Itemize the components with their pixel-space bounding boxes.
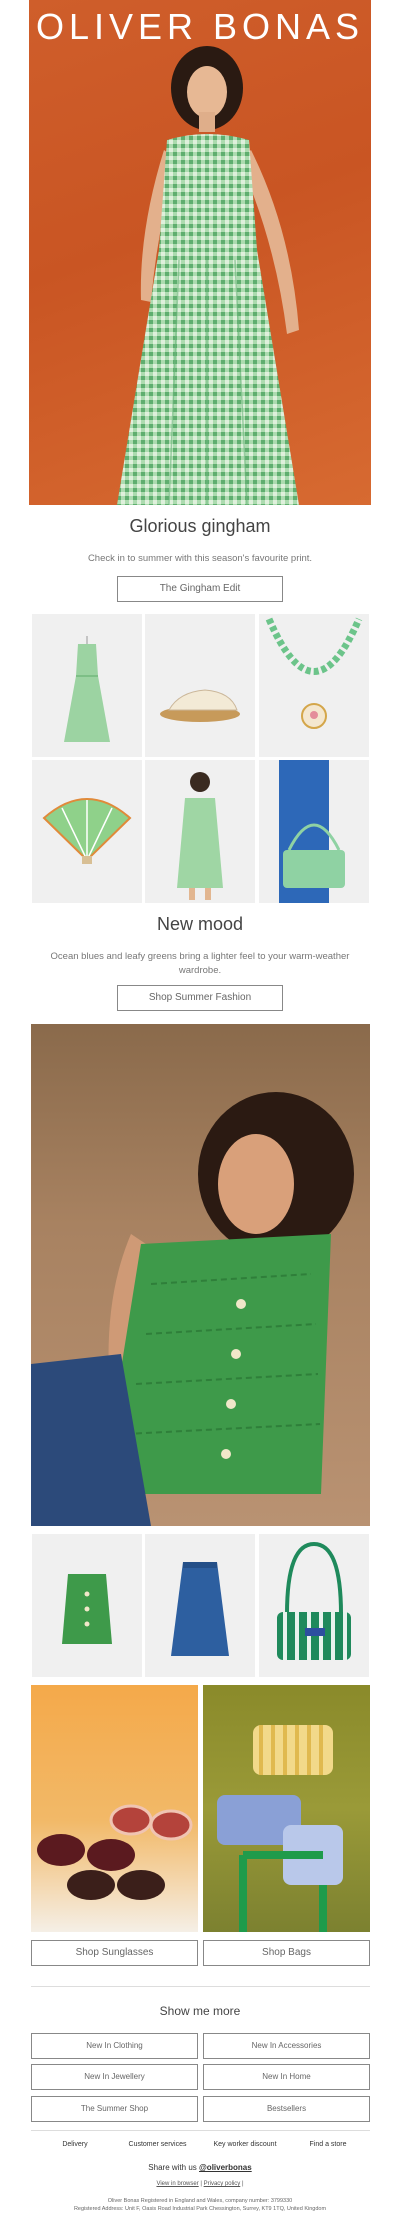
footer-link-customer-services[interactable]: Customer services: [120, 2141, 195, 2148]
shop-bags-button[interactable]: Shop Bags: [203, 1940, 370, 1966]
link-new-in-jewellery[interactable]: New In Jewellery: [31, 2064, 198, 2090]
utility-links: View in browser | Privacy policy |: [0, 2181, 400, 2187]
product-necklace[interactable]: [259, 614, 369, 757]
gingham-edit-button[interactable]: The Gingham Edit: [117, 576, 283, 602]
product-clog[interactable]: [145, 614, 255, 757]
new-mood-subtitle: Ocean blues and leafy greens bring a lig…: [50, 951, 350, 976]
product-fan[interactable]: [32, 760, 142, 903]
footer-link-key-worker[interactable]: Key worker discount: [205, 2141, 285, 2148]
clog-illustration: [160, 689, 240, 722]
product-denim-skirt[interactable]: [145, 1534, 255, 1677]
hero-image[interactable]: OLIVER BONAS: [29, 0, 371, 505]
skirt-illustration: [171, 1562, 229, 1656]
knit-model-illustration: [31, 1092, 354, 1526]
privacy-policy-link[interactable]: Privacy policy: [204, 2181, 241, 2187]
shop-summer-fashion-button[interactable]: Shop Summer Fashion: [117, 985, 283, 1011]
legal-line-2: Registered Address: Unit F, Oasis Road I…: [73, 2206, 327, 2212]
product-gingham-dress[interactable]: [32, 614, 142, 757]
dress-illustration: [64, 636, 110, 742]
bags-illustration: [217, 1725, 343, 1932]
gingham-title: Glorious gingham: [129, 516, 271, 536]
link-summer-shop[interactable]: The Summer Shop: [31, 2096, 198, 2122]
new-mood-title: New mood: [156, 914, 244, 934]
bag-model-illustration: [279, 760, 345, 903]
product-green-dress-model[interactable]: [145, 760, 255, 903]
show-more-title: Show me more: [159, 2004, 241, 2018]
product-knit-vest[interactable]: [32, 1534, 142, 1677]
link-bestsellers[interactable]: Bestsellers: [203, 2096, 370, 2122]
shop-sunglasses-button[interactable]: Shop Sunglasses: [31, 1940, 198, 1966]
footer-link-find-store[interactable]: Find a store: [298, 2141, 358, 2148]
necklace-illustration: [265, 617, 363, 729]
product-striped-bag[interactable]: [259, 1534, 369, 1677]
striped-bag-illustration: [277, 1541, 351, 1660]
share-line: Share with us @oliverbonas: [0, 2163, 400, 2172]
email-page: OLIVER BONAS Glorious gingham Check in t…: [0, 0, 400, 2223]
instagram-handle-link[interactable]: @oliverbonas: [199, 2163, 252, 2172]
model-dress-illustration: [177, 772, 223, 900]
sunglasses-image[interactable]: [31, 1685, 198, 1932]
divider: [31, 1986, 370, 1987]
gingham-subtitle: Check in to summer with this season's fa…: [87, 553, 313, 564]
link-new-in-home[interactable]: New In Home: [203, 2064, 370, 2090]
product-gingham-bag-model[interactable]: [259, 760, 369, 903]
view-in-browser-link[interactable]: View in browser: [156, 2181, 198, 2187]
footer-link-delivery[interactable]: Delivery: [45, 2141, 105, 2148]
bags-image[interactable]: [203, 1685, 370, 1932]
hero-model-illustration: [117, 46, 299, 505]
separator: |: [200, 2181, 202, 2187]
link-new-in-accessories[interactable]: New In Accessories: [203, 2033, 370, 2059]
sunglasses-illustration: [37, 1804, 193, 1900]
share-prefix: Share with us: [148, 2163, 197, 2172]
vest-illustration: [62, 1574, 112, 1644]
divider: [31, 2130, 370, 2131]
link-new-in-clothing[interactable]: New In Clothing: [31, 2033, 198, 2059]
legal-line-1: Oliver Bonas Registered in England and W…: [107, 2198, 293, 2204]
new-mood-image[interactable]: [31, 1024, 370, 1526]
brand-logo[interactable]: OLIVER BONAS: [29, 6, 371, 48]
fan-illustration: [42, 798, 132, 864]
separator: |: [241, 2181, 244, 2187]
